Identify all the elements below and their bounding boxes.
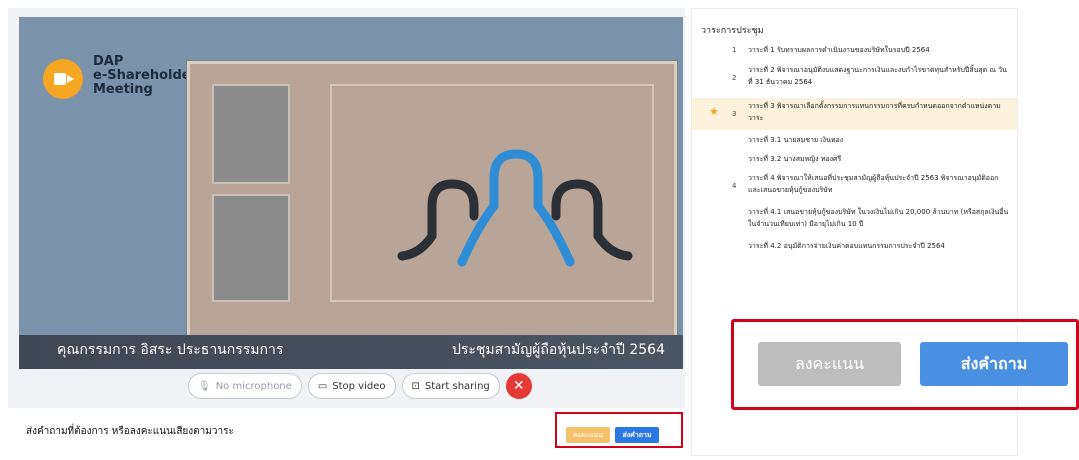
start-sharing-button[interactable]: ⊡ Start sharing bbox=[401, 373, 500, 399]
microphone-button[interactable]: 🎙 No microphone bbox=[188, 373, 302, 399]
agenda-text: วาระที่ 3 พิจารณาเลือกตั้งกรรมการแทนกรรม… bbox=[748, 102, 1001, 122]
close-icon: ✕ bbox=[512, 378, 525, 394]
agenda-text: วาระที่ 1 รับทราบผลการดำเนินงานของบริษัท… bbox=[748, 46, 930, 54]
main-speaker-tile bbox=[330, 84, 654, 302]
stop-video-label: Stop video bbox=[332, 380, 386, 392]
agenda-text: วาระที่ 4.1 เสนอขายหุ้นกู้ของบริษัท ในวง… bbox=[748, 208, 1009, 228]
agenda-item-1[interactable]: 1 วาระที่ 1 รับทราบผลการดำเนินงานของบริษ… bbox=[692, 44, 1017, 58]
participant-tile bbox=[212, 84, 290, 184]
camera-logo-icon bbox=[43, 59, 83, 99]
meeting-panel: DAP e-Shareholder Meeting คุณกรรมการ อิส… bbox=[8, 8, 685, 454]
footer-instruction: ส่งคำถามที่ต้องการ หรือลงคะแนนเสียงตามวา… bbox=[26, 426, 234, 437]
agenda-text: วาระที่ 4.2 อนุมัติการจ่ายเงินค่าตอบแทนก… bbox=[748, 242, 945, 250]
agenda-number: 1 bbox=[732, 46, 737, 54]
end-call-button[interactable]: ✕ bbox=[505, 373, 532, 399]
video-stream: DAP e-Shareholder Meeting คุณกรรมการ อิส… bbox=[19, 17, 683, 369]
agenda-item-4-1[interactable]: วาระที่ 4.1 เสนอขายหุ้นกู้ของบริษัท ในวง… bbox=[692, 206, 1017, 234]
start-sharing-label: Start sharing bbox=[424, 380, 490, 392]
agenda-number: 2 bbox=[732, 74, 737, 82]
zoom-highlight-box bbox=[731, 319, 1079, 410]
agenda-item-4-2[interactable]: วาระที่ 4.2 อนุมัติการจ่ายเงินค่าตอบแทนก… bbox=[692, 240, 1017, 254]
video-icon: ▭ bbox=[317, 380, 328, 392]
agenda-text: วาระที่ 4 พิจารณาให้เสนอที่ประชุมสามัญผู… bbox=[748, 174, 999, 194]
speaker-caption: คุณกรรมการ อิสระ ประธานกรรมการ bbox=[57, 342, 284, 358]
share-screen-icon: ⊡ bbox=[411, 380, 420, 392]
meeting-caption: ประชุมสามัญผู้ถือหุ้นประจำปี 2564 bbox=[451, 342, 665, 358]
agenda-title: วาระการประชุม bbox=[701, 26, 764, 36]
agenda-item-3[interactable]: ★ 3 วาระที่ 3 พิจารณาเลือกตั้งกรรมการแทน… bbox=[692, 98, 1017, 130]
stop-video-button[interactable]: ▭ Stop video bbox=[307, 373, 396, 399]
agenda-item-3-1[interactable]: วาระที่ 3.1 นายสมชาย เงินทอง bbox=[692, 134, 1017, 148]
agenda-number: 4 bbox=[732, 182, 737, 190]
video-stage bbox=[187, 61, 677, 342]
agenda-number: 3 bbox=[732, 110, 737, 118]
highlight-box bbox=[555, 412, 683, 448]
agenda-text: วาระที่ 3.1 นายสมชาย เงินทอง bbox=[748, 136, 844, 144]
participant-tile bbox=[212, 194, 290, 302]
call-controls: 🎙 No microphone ▭ Stop video ⊡ Start sha… bbox=[188, 372, 532, 400]
agenda-item-3-2[interactable]: วาระที่ 3.2 นางสมหญิง ทองศรี bbox=[692, 153, 1017, 167]
agenda-text: วาระที่ 3.2 นางสมหญิง ทองศรี bbox=[748, 155, 842, 163]
mic-off-icon: 🎙 bbox=[198, 380, 211, 392]
star-icon: ★ bbox=[709, 105, 719, 118]
agenda-item-2[interactable]: 2 วาระที่ 2 พิจารณาอนุมัติงบแสดงฐานะการเ… bbox=[692, 64, 1017, 92]
agenda-item-4[interactable]: 4 วาระที่ 4 พิจารณาให้เสนอที่ประชุมสามัญ… bbox=[692, 172, 1017, 200]
microphone-label: No microphone bbox=[215, 380, 292, 392]
agenda-text: วาระที่ 2 พิจารณาอนุมัติงบแสดงฐานะการเงิ… bbox=[748, 66, 1007, 86]
people-group-icon bbox=[397, 149, 633, 267]
